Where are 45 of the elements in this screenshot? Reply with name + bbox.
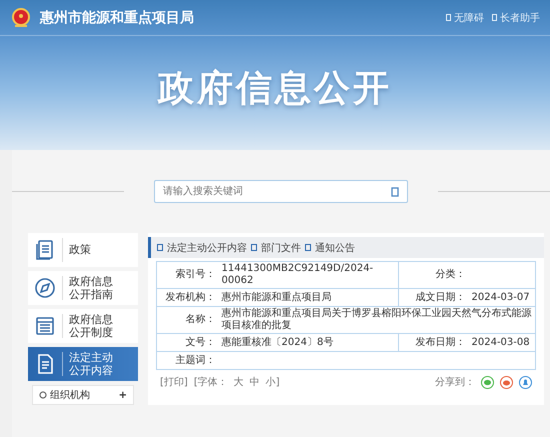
breadcrumb-link[interactable]: 部门文件 (261, 240, 301, 254)
share-label: 分享到： (435, 376, 475, 389)
square-icon (492, 14, 497, 21)
field-label: 索引号： (156, 262, 218, 288)
field-label: 成文日期： (398, 288, 468, 306)
square-icon (446, 14, 451, 21)
sidebar-item[interactable]: 法定主动公开内容 (28, 347, 138, 381)
field-label: 发布机构： (156, 288, 218, 306)
breadcrumb-link[interactable]: 通知公告 (315, 240, 355, 254)
search-icon[interactable] (391, 187, 399, 197)
font-size-link[interactable]: 小] (266, 375, 280, 389)
sidebar-item[interactable]: 政策 (28, 233, 138, 267)
square-icon (251, 244, 257, 251)
field-value: 11441300MB2C92149D/2024-00062 (218, 262, 398, 288)
print-link[interactable]: [打印] (160, 375, 188, 389)
field-value: 2024-03-07 (468, 288, 536, 306)
subitem-label: 组织机构 (50, 388, 90, 402)
expand-toggle[interactable]: + (118, 390, 127, 400)
field-label: 主题词： (156, 352, 218, 370)
field-label: 名称： (156, 306, 218, 334)
field-label: 文号： (156, 334, 218, 352)
site-title: 惠州市能源和重点项目局 (40, 8, 194, 26)
emblem-icon (10, 6, 32, 28)
font-size-label: [字体： (194, 376, 228, 389)
square-icon (305, 244, 311, 251)
compass-icon (34, 277, 56, 299)
field-label: 分类： (398, 262, 468, 288)
book-icon (34, 239, 56, 261)
circle-icon (39, 391, 47, 399)
sidebar-item[interactable]: 政府信息公开指南 (28, 271, 138, 305)
field-value: 惠能重核准〔2024〕8号 (218, 334, 398, 352)
square-icon (157, 244, 163, 251)
search-field[interactable]: 请输入搜索关键词 (154, 180, 408, 203)
font-size-link[interactable]: 中 (250, 375, 260, 389)
sidebar-subitem[interactable]: 组织机构 + (32, 385, 134, 405)
field-label: 发布日期： (398, 334, 468, 352)
field-value: 惠州市能源和重点项目局 (218, 288, 398, 306)
banner-title: 政府信息公开 (156, 67, 393, 111)
field-value: 惠州市能源和重点项目局关于博罗县榕阳环保工业园天然气分布式能源项目核准的批复 (218, 306, 536, 334)
font-size-link[interactable]: 大 (234, 375, 244, 389)
sidebar-item[interactable]: 政府信息公开制度 (28, 309, 138, 343)
list-icon (34, 315, 56, 337)
breadcrumb-link[interactable]: 法定主动公开内容 (167, 240, 247, 254)
field-value: 2024-03-08 (468, 334, 536, 352)
bell-icon[interactable] (519, 376, 532, 388)
